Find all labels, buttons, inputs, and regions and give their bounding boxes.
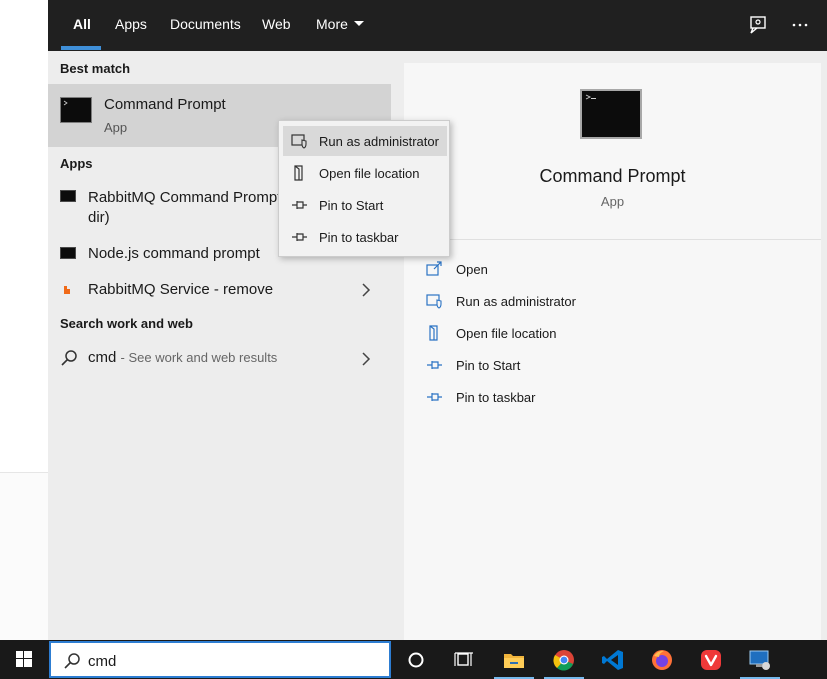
pin-to-taskbar-action-label: Pin to taskbar xyxy=(456,390,536,405)
taskbar: cmd xyxy=(0,640,827,679)
pin-icon xyxy=(292,201,307,209)
command-prompt-icon xyxy=(60,247,76,259)
list-item-label-continued: dir) xyxy=(88,209,110,226)
run-as-admin-action-label: Run as administrator xyxy=(456,294,576,309)
search-panel: All Apps Documents Web More Best match C… xyxy=(48,0,827,640)
file-location-icon xyxy=(294,165,303,181)
web-search-item[interactable]: cmd - See work and web results xyxy=(48,345,391,373)
web-search-hint: - See work and web results xyxy=(120,350,278,365)
preview-subtitle: App xyxy=(600,194,625,209)
command-prompt-icon xyxy=(60,97,92,123)
remote-desktop-icon[interactable] xyxy=(736,640,784,679)
task-view-icon[interactable] xyxy=(440,640,488,679)
context-menu-pin-to-taskbar[interactable]: Pin to taskbar xyxy=(283,222,447,252)
pin-icon xyxy=(292,233,307,241)
best-match-subtitle: App xyxy=(104,120,128,135)
open-file-location-action-label: Open file location xyxy=(456,326,557,341)
list-item-rabbitmq-service-remove[interactable]: RabbitMQ Service - remove xyxy=(48,277,391,303)
context-menu-open-file-location[interactable]: Open file location xyxy=(283,158,447,188)
search-icon xyxy=(60,349,78,372)
preview-divider xyxy=(416,239,821,240)
pin-icon xyxy=(427,361,442,369)
open-icon xyxy=(426,261,442,276)
chrome-icon[interactable] xyxy=(540,640,588,679)
list-item-label: Node.js command prompt xyxy=(88,245,260,262)
firefox-icon[interactable] xyxy=(638,640,686,679)
tab-all[interactable]: All xyxy=(73,16,91,36)
context-menu-item-label: Pin to Start xyxy=(319,198,384,213)
tab-web-label: Web xyxy=(262,16,291,32)
pin-to-start-action[interactable]: Pin to Start xyxy=(426,355,806,377)
context-menu: Run as administrator Open file location … xyxy=(278,120,450,257)
context-menu-run-as-admin[interactable]: Run as administrator xyxy=(283,126,447,156)
tab-all-label: All xyxy=(73,16,91,32)
desktop-background-window xyxy=(0,472,48,640)
feedback-icon[interactable] xyxy=(747,14,769,36)
best-match-heading: Best match xyxy=(60,61,131,76)
context-menu-item-label: Open file location xyxy=(319,166,420,181)
vivaldi-icon[interactable] xyxy=(687,640,735,679)
context-menu-item-label: Run as administrator xyxy=(319,134,439,149)
context-menu-item-label: Pin to taskbar xyxy=(319,230,399,245)
open-file-location-action[interactable]: Open file location xyxy=(426,323,806,345)
admin-shield-icon xyxy=(291,134,307,149)
list-item-label: RabbitMQ Command Prompt xyxy=(88,189,282,206)
command-prompt-icon xyxy=(580,89,642,139)
chevron-right-icon[interactable] xyxy=(360,282,372,298)
file-explorer-icon[interactable] xyxy=(490,640,538,679)
taskbar-search-value: cmd xyxy=(88,653,117,670)
list-item-label: RabbitMQ Service - remove xyxy=(88,281,274,298)
tab-documents[interactable]: Documents xyxy=(170,16,241,36)
search-tabs-bar: All Apps Documents Web More xyxy=(48,0,827,51)
desktop-background xyxy=(0,0,48,472)
caret-down-icon xyxy=(353,21,364,26)
rabbitmq-icon xyxy=(62,283,72,295)
admin-shield-icon xyxy=(426,294,442,309)
tab-more[interactable]: More xyxy=(316,16,364,36)
open-action-label: Open xyxy=(456,262,488,277)
search-web-heading: Search work and web xyxy=(60,316,193,331)
open-action[interactable]: Open xyxy=(426,259,806,281)
context-menu-pin-to-start[interactable]: Pin to Start xyxy=(283,190,447,220)
tab-documents-label: Documents xyxy=(170,16,241,32)
tab-more-label: More xyxy=(316,16,348,32)
pin-icon xyxy=(427,393,442,401)
pin-to-taskbar-action[interactable]: Pin to taskbar xyxy=(426,387,806,409)
tab-apps[interactable]: Apps xyxy=(115,16,147,36)
web-search-text: cmd - See work and web results xyxy=(88,349,277,366)
more-options-icon[interactable] xyxy=(789,14,811,36)
windows-start-icon[interactable] xyxy=(0,640,48,679)
web-search-query: cmd xyxy=(88,349,117,366)
best-match-title: Command Prompt xyxy=(104,96,226,113)
vscode-icon[interactable] xyxy=(589,640,637,679)
active-tab-indicator xyxy=(61,46,101,50)
run-as-admin-action[interactable]: Run as administrator xyxy=(426,291,806,313)
apps-heading: Apps xyxy=(60,156,93,171)
file-location-icon xyxy=(429,325,438,341)
chevron-right-icon[interactable] xyxy=(360,351,372,367)
cortana-icon[interactable] xyxy=(392,640,440,679)
screen: All Apps Documents Web More Best match C… xyxy=(0,0,827,679)
preview-pane: Command Prompt App Open Run as administr… xyxy=(404,63,821,640)
tab-apps-label: Apps xyxy=(115,16,147,32)
taskbar-search-input[interactable]: cmd xyxy=(49,641,391,678)
preview-title: Command Prompt xyxy=(539,166,686,186)
tab-web[interactable]: Web xyxy=(262,16,291,36)
search-icon xyxy=(64,653,80,669)
pin-to-start-action-label: Pin to Start xyxy=(456,358,521,373)
command-prompt-icon xyxy=(60,190,76,202)
